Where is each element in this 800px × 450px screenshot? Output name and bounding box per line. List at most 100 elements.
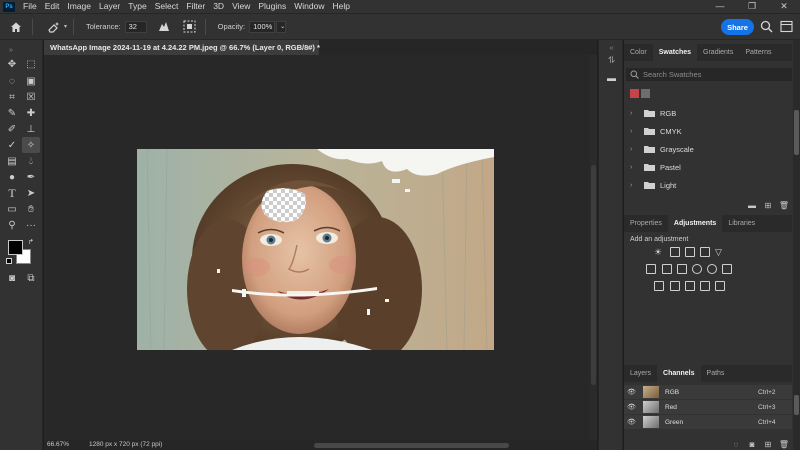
rectangle-tool-icon[interactable]: ▭ — [3, 201, 21, 217]
artboard-tool-icon[interactable]: ⬚ — [22, 56, 40, 72]
tab-paths[interactable]: Paths — [701, 365, 731, 382]
swatch-folder-grayscale[interactable]: › Grayscale — [624, 140, 792, 158]
channel-row-rgb[interactable]: 👁︎ RGB Ctrl+2 — [624, 385, 792, 400]
canvas-vertical-scrollbar[interactable] — [590, 55, 597, 440]
new-group-icon[interactable]: ▬ — [744, 201, 760, 210]
recent-swatch-red[interactable] — [630, 89, 639, 98]
gradient-map-icon[interactable] — [715, 281, 725, 291]
zoom-level[interactable]: 66.67% — [47, 441, 69, 448]
screen-mode-icon[interactable]: ⧉ — [22, 270, 40, 286]
frame-tool-icon[interactable]: ☒ — [22, 89, 40, 105]
menu-plugins[interactable]: Plugins — [254, 0, 290, 13]
tolerance-input[interactable]: 32 — [124, 20, 147, 33]
vibrance-icon[interactable]: ▽ — [715, 247, 725, 257]
document-tab[interactable]: WhatsApp Image 2024-11-19 at 4.24.22 PM.… — [44, 40, 320, 55]
opacity-dropdown-icon[interactable]: ⌄ — [276, 20, 287, 33]
gradient-tool-icon[interactable]: ▤ — [3, 153, 21, 169]
default-colors-icon[interactable] — [6, 258, 12, 264]
pen-tool-icon[interactable]: ✒ — [22, 169, 40, 185]
brightness-contrast-icon[interactable]: ☀ — [654, 247, 664, 257]
panels-scrollbar[interactable] — [793, 40, 800, 450]
blur-tool-icon[interactable]: 💧︎ — [22, 153, 40, 169]
magic-eraser-tool-preset-icon[interactable] — [45, 18, 63, 36]
selective-color-icon[interactable] — [700, 281, 710, 291]
comments-icon[interactable]: ▬ — [605, 71, 618, 84]
trash-icon[interactable]: 🗑︎ — [776, 440, 792, 449]
swatch-folder-cmyk[interactable]: › CMYK — [624, 122, 792, 140]
scrollbar-thumb[interactable] — [591, 165, 596, 385]
channel-row-green[interactable]: 👁︎ Green Ctrl+4 — [624, 415, 792, 430]
photo-filter-icon[interactable] — [692, 264, 702, 274]
menu-3d[interactable]: 3D — [209, 0, 228, 13]
crop-tool-icon[interactable]: ⌗ — [3, 89, 21, 105]
exposure-icon[interactable] — [700, 247, 710, 257]
load-selection-icon[interactable]: ◌ — [728, 440, 744, 449]
tab-gradients[interactable]: Gradients — [697, 44, 739, 61]
canvas-horizontal-scrollbar[interactable] — [314, 443, 509, 448]
contiguous-icon[interactable] — [181, 18, 199, 36]
black-white-icon[interactable] — [677, 264, 687, 274]
type-tool-icon[interactable]: T — [3, 185, 21, 201]
new-channel-icon[interactable]: ⊞ — [760, 440, 776, 449]
restore-icon[interactable]: ❐ — [736, 0, 768, 13]
tab-patterns[interactable]: Patterns — [739, 44, 777, 61]
search-icon[interactable] — [760, 20, 774, 34]
menu-layer[interactable]: Layer — [95, 0, 124, 13]
eyedropper-tool-icon[interactable]: ✎ — [3, 105, 21, 121]
magic-eraser-tool-icon[interactable]: ✧ — [22, 137, 40, 153]
share-button[interactable]: Share — [721, 19, 754, 35]
posterize-icon[interactable] — [670, 281, 680, 291]
workspace-icon[interactable] — [780, 20, 794, 34]
tab-swatches[interactable]: Swatches — [652, 44, 698, 61]
menu-select[interactable]: Select — [151, 0, 183, 13]
move-tool-icon[interactable]: ✥ — [3, 56, 21, 72]
new-swatch-icon[interactable]: ⊞ — [760, 201, 776, 210]
zoom-tool-icon[interactable]: ⚲ — [3, 217, 21, 233]
swatch-folder-light[interactable]: › Light — [624, 176, 792, 194]
recent-swatch-gray[interactable] — [641, 89, 650, 98]
color-lookup-icon[interactable] — [722, 264, 732, 274]
chevron-right-icon[interactable]: › — [630, 182, 640, 189]
curves-icon[interactable] — [685, 247, 695, 257]
threshold-icon[interactable] — [685, 281, 695, 291]
history-icon[interactable]: ⥮ — [605, 54, 618, 67]
healing-brush-tool-icon[interactable]: ✚ — [22, 105, 40, 121]
chevron-down-icon[interactable]: ▾ — [64, 23, 67, 30]
path-selection-tool-icon[interactable]: ➤ — [22, 185, 40, 201]
menu-filter[interactable]: Filter — [182, 0, 209, 13]
quick-mask-icon[interactable]: ◙ — [3, 270, 21, 286]
tab-color[interactable]: Color — [624, 44, 653, 61]
menu-view[interactable]: View — [228, 0, 254, 13]
swatch-folder-rgb[interactable]: › RGB — [624, 104, 792, 122]
swatches-search-input[interactable]: Search Swatches — [626, 68, 792, 81]
close-document-icon[interactable]: × — [306, 40, 311, 55]
eye-icon[interactable]: 👁︎ — [627, 418, 639, 426]
tab-channels[interactable]: Channels — [657, 365, 701, 382]
hue-saturation-icon[interactable] — [646, 264, 656, 274]
menu-window[interactable]: Window — [290, 0, 328, 13]
swap-colors-icon[interactable]: ↱ — [28, 238, 34, 246]
tab-layers[interactable]: Layers — [624, 365, 657, 382]
trash-icon[interactable]: 🗑︎ — [776, 201, 792, 210]
scrollbar-thumb[interactable] — [794, 395, 799, 415]
opacity-input[interactable]: 100% — [249, 20, 276, 33]
hand-tool-icon[interactable]: ✋︎ — [22, 201, 40, 217]
brush-tool-icon[interactable]: ✐ — [3, 121, 21, 137]
minimize-icon[interactable]: — — [704, 0, 736, 13]
levels-icon[interactable] — [670, 247, 680, 257]
invert-icon[interactable] — [654, 281, 664, 291]
channel-mixer-icon[interactable] — [707, 264, 717, 274]
menu-type[interactable]: Type — [124, 0, 150, 13]
lasso-tool-icon[interactable]: ◌ — [3, 73, 21, 89]
clone-stamp-tool-icon[interactable]: ⊥ — [22, 121, 40, 137]
home-icon[interactable] — [6, 17, 26, 37]
tab-adjustments[interactable]: Adjustments — [667, 215, 723, 232]
chevron-right-icon[interactable]: › — [630, 110, 640, 117]
eye-icon[interactable]: 👁︎ — [627, 403, 639, 411]
anti-alias-icon[interactable] — [155, 18, 173, 36]
document-image[interactable] — [137, 149, 494, 350]
history-brush-tool-icon[interactable]: ✓ — [3, 137, 21, 153]
menu-help[interactable]: Help — [328, 0, 353, 13]
menu-file[interactable]: File — [19, 0, 41, 13]
chevron-right-icon[interactable]: › — [630, 128, 640, 135]
